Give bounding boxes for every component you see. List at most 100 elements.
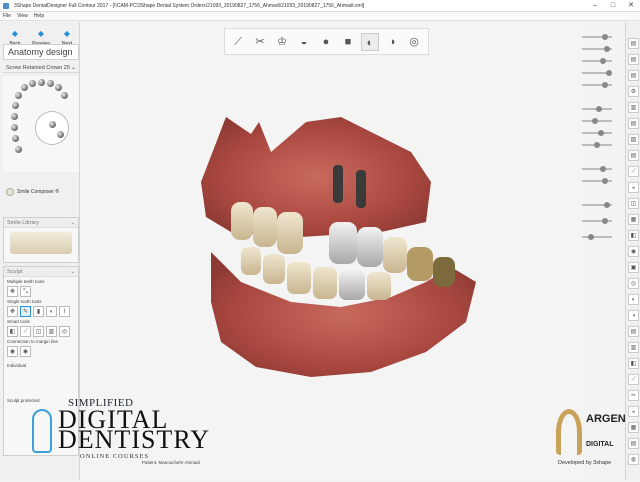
tooth-icon[interactable] [12,135,19,142]
toolbar-icon[interactable]: ◒ [628,406,639,417]
transparency-slider[interactable] [582,118,612,124]
transparency-slider[interactable] [582,70,612,76]
transparency-slider[interactable] [582,130,612,136]
transparency-slider[interactable] [582,142,612,148]
tooth-icon[interactable] [47,80,54,87]
toolbar-icon[interactable]: ◑ [628,310,639,321]
toolbar-icon[interactable]: ⚙ [628,86,639,97]
move-teeth-tool[interactable]: ✥ [7,286,18,297]
tooth-tool[interactable]: ▮ [33,306,44,317]
toolbar-icon[interactable]: ▤ [628,326,639,337]
visibility-sliders [580,28,622,268]
watermark-line3: DENTISTRY [58,425,210,454]
view-tool-icon[interactable]: ◎ [405,33,423,51]
sculpt-tool[interactable]: ✎ [20,306,31,317]
view-tool-icon[interactable]: ◐ [361,32,379,51]
smart-tool-1[interactable]: ◧ [7,326,18,337]
watermark-line4: ONLINE COURSES [80,453,150,460]
restoration-label: Screw Retained Crown 25 [6,65,70,71]
toolbar-icon[interactable]: ▤ [628,150,639,161]
transparency-slider[interactable] [582,178,612,184]
tooth-icon[interactable] [15,92,22,99]
smile-library-preview[interactable] [10,232,72,254]
menu-file[interactable]: File [3,13,11,19]
toolbar-icon[interactable]: ▧ [628,134,639,145]
close-button[interactable]: ✕ [622,0,640,11]
tooth-icon[interactable] [21,84,28,91]
tooth-icon[interactable] [11,124,18,131]
tooth-icon[interactable] [49,121,56,128]
smart-tool-3[interactable]: ◫ [33,326,44,337]
tooth-arch-selector[interactable] [3,76,79,172]
tooth-icon[interactable] [55,84,62,91]
color-wheel-icon[interactable]: ◍ [628,454,639,465]
tooth-icon[interactable] [57,131,64,138]
smart-tools-label: Smart tools [7,319,30,324]
restoration-dropdown[interactable]: Screw Retained Crown 25 ⌄ [3,63,79,73]
tooth-icon[interactable] [61,92,68,99]
menu-help[interactable]: Help [34,13,44,19]
transparency-slider[interactable] [582,234,612,240]
toolbar-icon[interactable]: ▦ [628,422,639,433]
tooth-icon[interactable] [29,80,36,87]
sculpt-header[interactable]: Sculpt ⌄ [4,267,78,277]
transparency-slider[interactable] [582,34,612,40]
toolbar-icon[interactable]: ◧ [628,358,639,369]
scale-teeth-tool[interactable]: ⤡ [20,286,31,297]
transparency-slider[interactable] [582,46,612,52]
wax-tool[interactable]: ⌇ [59,306,70,317]
view-tool-icon[interactable]: ◑ [383,33,401,51]
tooth-icon[interactable] [38,79,45,86]
toolbar-icon[interactable]: ◐ [628,294,639,305]
toolbar-icon[interactable]: ◧ [628,230,639,241]
toolbar-icon[interactable]: ▥ [628,342,639,353]
smart-tool-5[interactable]: ◎ [59,326,70,337]
toolbar-icon[interactable]: ▤ [628,54,639,65]
smart-tool-4[interactable]: ▥ [46,326,57,337]
view-tool-icon[interactable]: ✂ [251,33,269,51]
view-tool-icon[interactable]: ◒ [295,33,313,51]
selected-tooth-circle [35,111,69,145]
toolbar-icon[interactable]: ▤ [628,38,639,49]
transparency-slider[interactable] [582,58,612,64]
margin-tool-2[interactable]: ◉ [20,346,31,357]
view-toolbar: ⟋ ✂ ♔ ◒ ● ■ ◐ ◑ ◎ [224,28,429,55]
smile-composer-button[interactable]: Smile Composer ® [3,186,79,198]
transparency-slider[interactable] [582,202,612,208]
tooth-icon[interactable] [11,113,18,120]
toolbar-icon[interactable]: ✂ [628,390,639,401]
toolbar-icon[interactable]: ◎ [628,278,639,289]
toolbar-icon[interactable]: ▤ [628,438,639,449]
menu-view[interactable]: View [17,13,28,19]
window-titlebar: 3Shape DentalDesigner Full Contour 2017 … [0,0,640,12]
toolbar-icon[interactable]: ▦ [628,214,639,225]
toolbar-icon[interactable]: ▤ [628,70,639,81]
toolbar-icon[interactable]: ▥ [628,102,639,113]
smile-library-header[interactable]: Smile Library ⌄ [4,218,78,228]
view-tool-icon[interactable]: ■ [339,33,357,51]
smart-tool-2[interactable]: ⟋ [20,326,31,337]
view-tool-icon[interactable]: ● [317,33,335,51]
minimize-button[interactable]: – [586,0,604,11]
toolbar-icon[interactable]: ◒ [628,182,639,193]
transform-tool[interactable]: ✥ [7,306,18,317]
transparency-slider[interactable] [582,82,612,88]
toolbar-icon[interactable]: ◉ [628,246,639,257]
toolbar-icon[interactable]: ◫ [628,198,639,209]
patient-name: Manouchehr Ahmadi [158,460,200,465]
tooth-icon[interactable] [12,102,19,109]
transparency-slider[interactable] [582,166,612,172]
tooth-icon[interactable] [15,146,22,153]
toolbar-icon[interactable]: ⟋ [628,166,639,177]
view-tool-icon[interactable]: ♔ [273,33,291,51]
transparency-slider[interactable] [582,106,612,112]
toolbar-icon[interactable]: ▣ [628,262,639,273]
smooth-tool[interactable]: ◐ [46,306,57,317]
toolbar-icon[interactable]: ⟋ [628,374,639,385]
chevron-down-icon: ⌄ [70,220,75,226]
transparency-slider[interactable] [582,218,612,224]
maximize-button[interactable]: □ [604,0,622,11]
toolbar-icon[interactable]: ▤ [628,118,639,129]
margin-tool-1[interactable]: ◉ [7,346,18,357]
view-tool-icon[interactable]: ⟋ [229,33,247,51]
